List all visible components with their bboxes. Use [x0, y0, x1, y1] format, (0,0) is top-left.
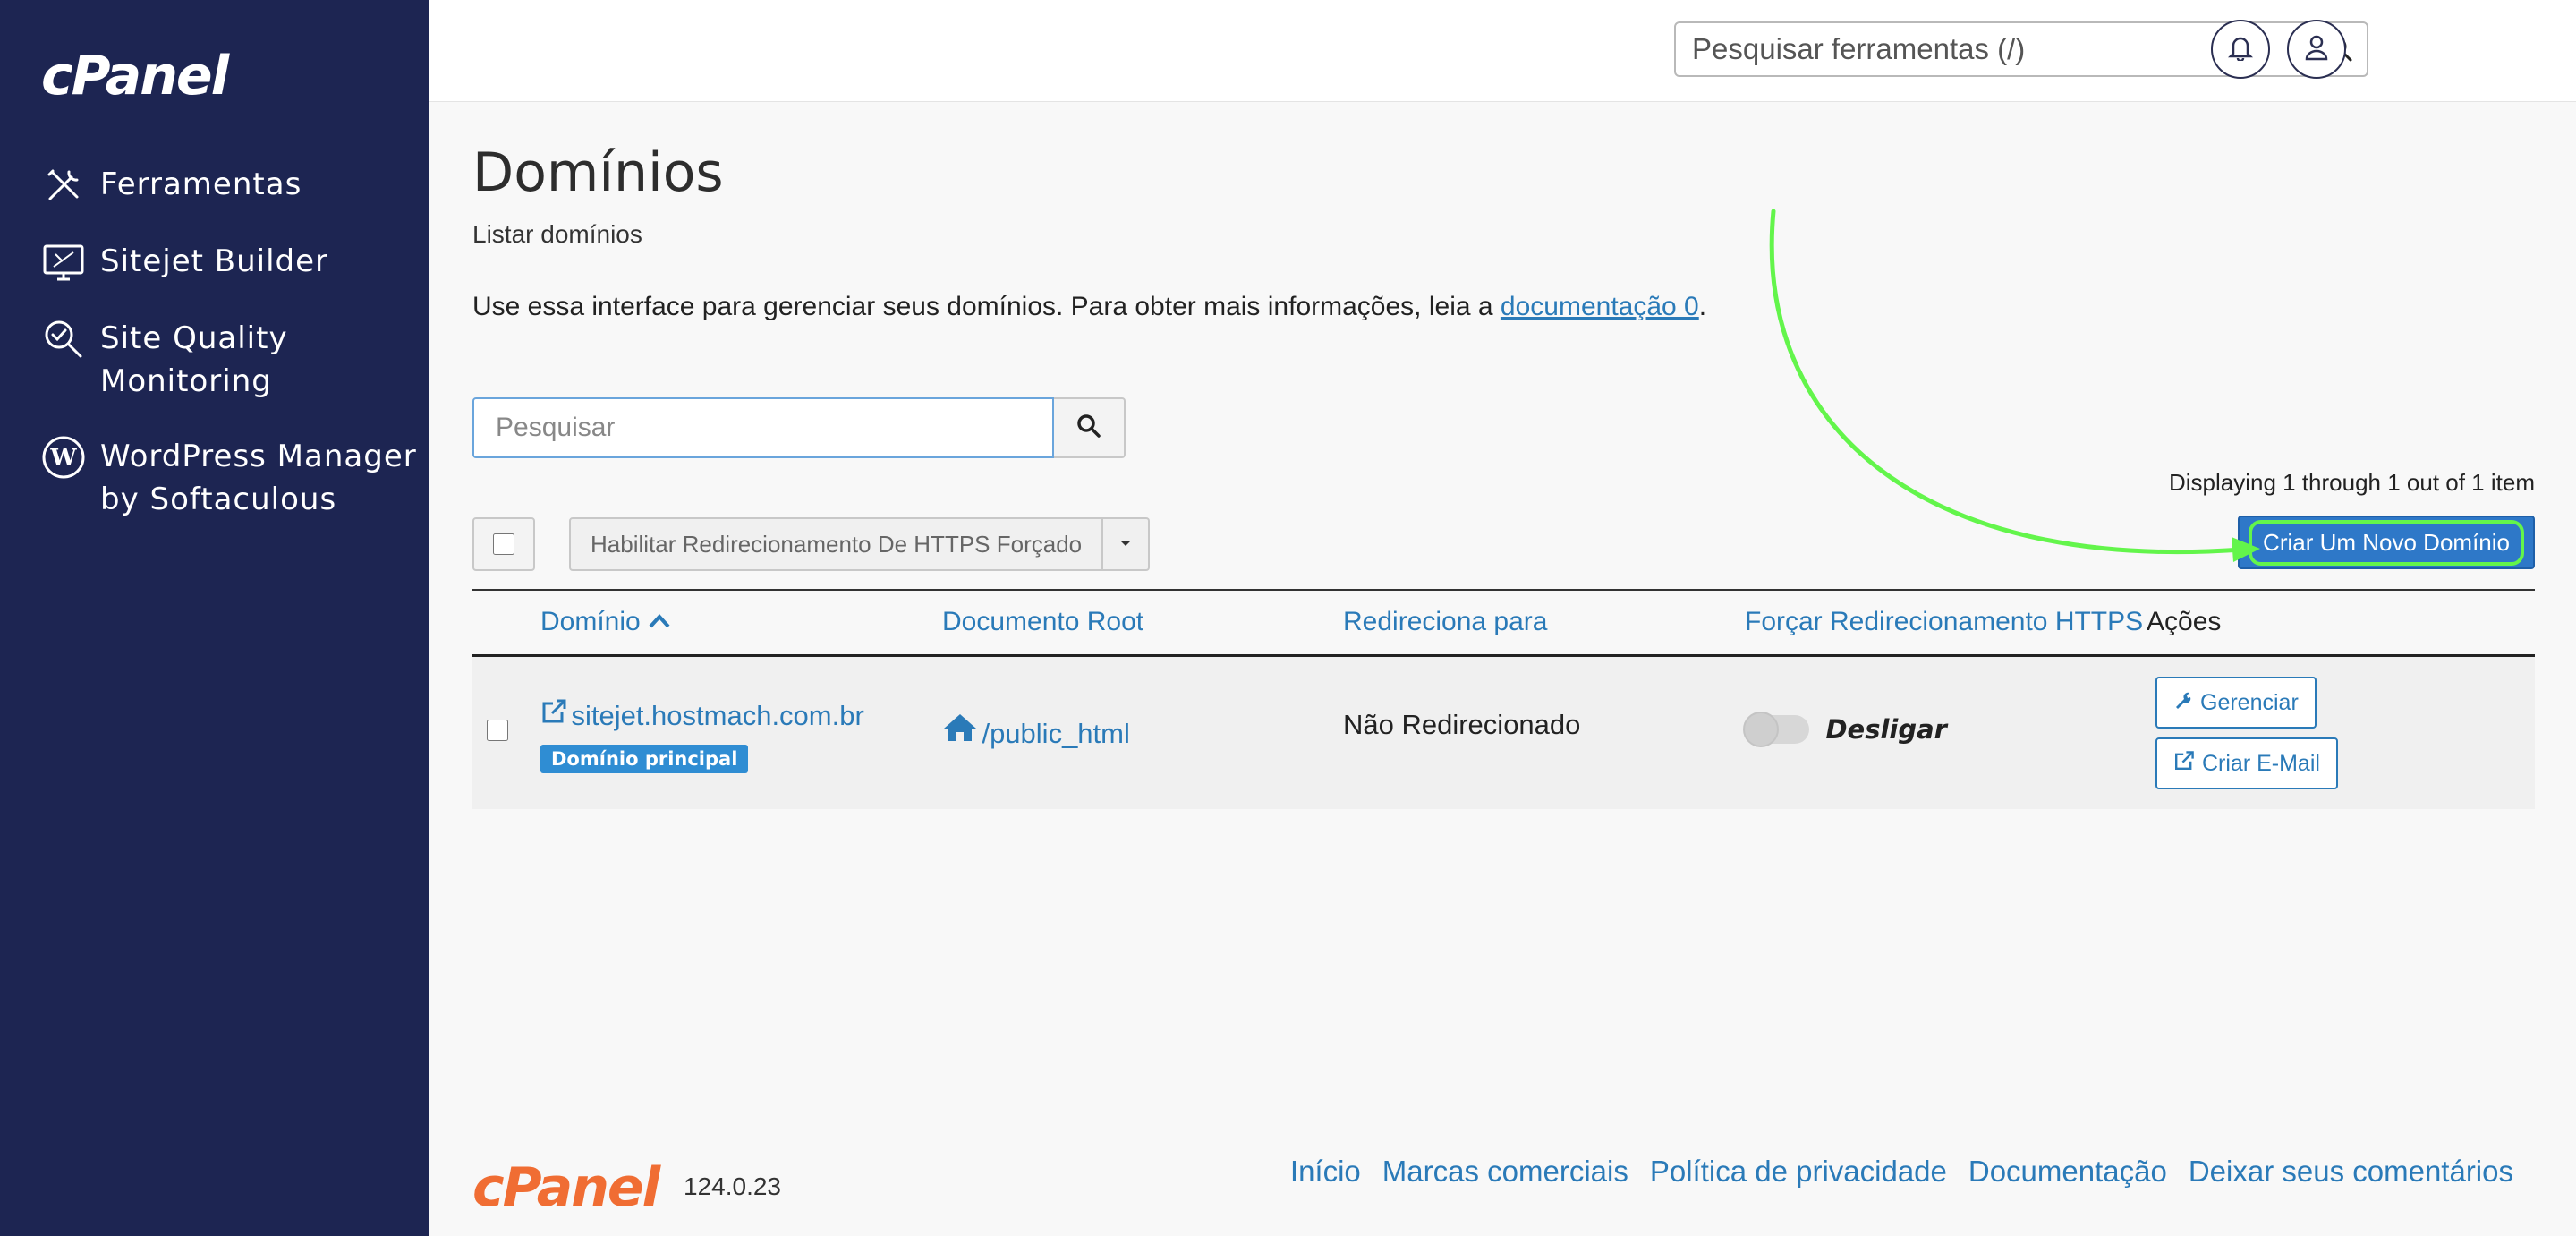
search-icon — [1076, 413, 1101, 443]
doc-root-path: /public_html — [982, 718, 1130, 749]
column-header-redirect[interactable]: Redireciona para — [1343, 607, 1547, 637]
column-header-doc-root[interactable]: Documento Root — [942, 607, 1143, 637]
external-link-icon — [2173, 750, 2195, 778]
page-title: Domínios — [472, 141, 724, 204]
column-header-https[interactable]: Forçar Redirecionamento HTTPS — [1745, 607, 2143, 637]
footer-link-documentation[interactable]: Documentação — [1968, 1155, 2167, 1189]
sidebar: cPanel Ferramentas Sitejet Builder Site … — [0, 0, 429, 1236]
create-domain-button[interactable]: Criar Um Novo Domínio — [2238, 516, 2535, 569]
bell-icon — [2227, 34, 2254, 65]
wordpress-icon: W — [41, 435, 86, 480]
sidebar-item-wordpress[interactable]: W WordPress Manager by Softaculous — [41, 435, 417, 521]
row-select-cell — [487, 720, 508, 746]
doc-root-link[interactable]: /public_html — [942, 712, 1130, 750]
select-all-wrapper — [472, 517, 535, 571]
sidebar-item-label: Ferramentas — [100, 166, 302, 202]
domain-cell: sitejet.hostmach.com.br Domínio principa… — [540, 698, 864, 773]
page-subtitle: Listar domínios — [472, 220, 642, 248]
row-checkbox[interactable] — [487, 720, 508, 741]
notifications-button[interactable] — [2211, 20, 2270, 79]
create-email-label: Criar E-Mail — [2202, 750, 2320, 776]
footer-link-home[interactable]: Início — [1290, 1155, 1361, 1189]
redirect-value: Não Redirecionado — [1343, 709, 1581, 740]
create-domain-label: Criar Um Novo Domínio — [2249, 519, 2524, 566]
manage-label: Gerenciar — [2200, 689, 2299, 715]
home-icon — [942, 714, 982, 746]
create-email-button[interactable]: Criar E-Mail — [2155, 737, 2338, 789]
external-link-icon — [540, 699, 571, 729]
main-content: Domínios Listar domínios Use essa interf… — [472, 102, 2535, 809]
sidebar-item-site-quality[interactable]: Site Quality Monitoring — [41, 317, 417, 403]
documentation-link[interactable]: documentação 0 — [1501, 292, 1699, 321]
table-header: Domínio Documento Root Redireciona para … — [472, 589, 2535, 657]
select-all-checkbox[interactable] — [493, 533, 514, 555]
table-row: sitejet.hostmach.com.br Domínio principa… — [472, 657, 2535, 809]
user-menu-button[interactable] — [2287, 20, 2346, 79]
tools-icon — [41, 163, 86, 208]
footer-link-trademarks[interactable]: Marcas comerciais — [1382, 1155, 1628, 1189]
domain-search-button[interactable] — [1054, 397, 1126, 458]
sort-ascending-icon — [648, 607, 671, 636]
footer-link-feedback[interactable]: Deixar seus comentários — [2189, 1155, 2513, 1189]
footer-cpanel-logo: cPanel — [472, 1156, 660, 1219]
toggle-knob — [1743, 712, 1779, 747]
toggle-label: Desligar — [1825, 714, 1947, 745]
cpanel-version: 124.0.23 — [684, 1172, 781, 1200]
column-header-actions: Ações — [2147, 607, 2222, 636]
column-header-domain[interactable]: Domínio — [540, 607, 671, 637]
bulk-actions: Habilitar Redirecionamento De HTTPS Forç… — [472, 517, 1151, 571]
footer-links: Início Marcas comerciais Política de pri… — [1290, 1155, 2513, 1189]
sidebar-nav: Ferramentas Sitejet Builder Site Quality… — [41, 163, 417, 553]
domain-link[interactable]: sitejet.hostmach.com.br — [540, 698, 864, 732]
bulk-action-split-button: Habilitar Redirecionamento De HTTPS Forç… — [569, 517, 1151, 571]
footer-link-privacy[interactable]: Política de privacidade — [1650, 1155, 1947, 1189]
domain-search — [472, 397, 1126, 458]
svg-text:W: W — [49, 445, 77, 472]
intro-text-end: . — [1698, 292, 1707, 321]
domain-name: sitejet.hostmach.com.br — [571, 700, 864, 731]
top-bar — [429, 0, 2576, 102]
domains-table: Domínio Documento Root Redireciona para … — [472, 589, 2535, 809]
sidebar-item-label: Sitejet Builder — [100, 243, 329, 279]
sidebar-item-sitejet[interactable]: Sitejet Builder — [41, 240, 417, 285]
sitejet-icon — [41, 240, 86, 285]
site-quality-icon — [41, 317, 86, 362]
pagination-summary: Displaying 1 through 1 out of 1 item — [2168, 469, 2535, 496]
sidebar-item-ferramentas[interactable]: Ferramentas — [41, 163, 417, 208]
https-redirect-toggle[interactable]: Desligar — [1743, 712, 1947, 747]
toggle-switch — [1743, 712, 1809, 747]
bulk-action-dropdown-toggle[interactable] — [1103, 517, 1151, 571]
caret-down-icon — [1118, 536, 1133, 552]
user-icon — [2304, 34, 2329, 65]
intro-text: Use essa interface para gerenciar seus d… — [472, 292, 2535, 322]
sidebar-item-label: WordPress Manager by Softaculous — [100, 439, 417, 517]
domain-search-input[interactable] — [472, 397, 1054, 458]
manage-button[interactable]: Gerenciar — [2155, 677, 2317, 729]
primary-domain-badge: Domínio principal — [540, 745, 749, 773]
wrench-icon — [2173, 690, 2193, 716]
intro-text-body: Use essa interface para gerenciar seus d… — [472, 292, 1501, 321]
cpanel-logo[interactable]: cPanel — [41, 45, 229, 107]
column-header-label: Domínio — [540, 607, 641, 636]
enable-https-redirect-button[interactable]: Habilitar Redirecionamento De HTTPS Forç… — [569, 517, 1104, 571]
sidebar-item-label: Site Quality Monitoring — [100, 320, 288, 399]
